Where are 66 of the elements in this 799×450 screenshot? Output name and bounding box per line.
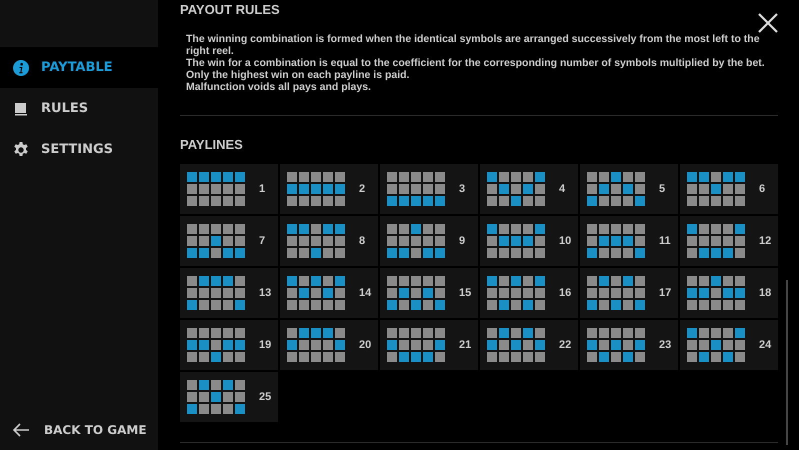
payline-number: 4 [559, 183, 566, 195]
payline-pattern-icon [487, 328, 545, 362]
payline-number: 2 [359, 183, 366, 195]
payline-number: 8 [359, 235, 366, 247]
payline-pattern-icon [287, 328, 345, 362]
payline-pattern-icon [487, 276, 545, 310]
rule-text: The winning combination is formed when the identical symbols are arranged successively from the most left to the right reel. [186, 33, 761, 57]
payline-number: 25 [259, 391, 272, 403]
back-arrow-icon [12, 423, 30, 437]
payline-pattern-icon [387, 328, 445, 362]
scrollbar[interactable] [786, 280, 788, 445]
payline-pattern-icon [587, 276, 645, 310]
payline-pattern-icon [287, 172, 345, 206]
payline-pattern-icon [387, 172, 445, 206]
payline-pattern-icon [487, 172, 545, 206]
menu-item[interactable]: PAYTABLE [0, 47, 158, 88]
payline-number: 19 [259, 339, 272, 351]
rule-text: Malfunction voids all pays and plays. [186, 81, 372, 93]
section-title: PAYOUT RULES [180, 2, 281, 17]
close-icon[interactable] [758, 13, 778, 33]
menu-item[interactable]: SETTINGS [0, 129, 158, 170]
menu-item[interactable]: RULES [0, 88, 158, 129]
payline-pattern-icon [187, 276, 245, 310]
back-to-game-button[interactable]: BACK TO GAME [0, 412, 158, 448]
payline-number: 20 [359, 339, 372, 351]
payline-number: 9 [459, 235, 466, 247]
payline-number: 15 [459, 287, 472, 299]
payline-pattern-icon [687, 224, 745, 258]
payline-number: 23 [659, 339, 672, 351]
payline-number: 7 [259, 235, 266, 247]
book-icon [13, 100, 29, 116]
payline-number: 14 [359, 287, 372, 299]
payline-number: 11 [659, 235, 671, 247]
payline-pattern-icon [587, 224, 645, 258]
payline-number: 12 [759, 235, 772, 247]
payline-pattern-icon [287, 224, 345, 258]
payline-number: 1 [259, 183, 266, 195]
payline-pattern-icon [287, 276, 345, 310]
info-icon [13, 60, 29, 76]
payline-number: 5 [659, 183, 666, 195]
payline-pattern-icon [187, 172, 245, 206]
payline-number: 18 [759, 287, 772, 299]
payline-pattern-icon [387, 224, 445, 258]
payline-pattern-icon [387, 276, 445, 310]
section-title: PAYLINES [180, 137, 244, 152]
payline-number: 16 [559, 287, 572, 299]
payline-pattern-icon [187, 224, 245, 258]
payline-number: 21 [459, 339, 472, 351]
rule-text: The win for a combination is equal to the coefficient for the corresponding number of symbols multiplied by the bet. [186, 57, 766, 69]
payline-pattern-icon [687, 276, 745, 310]
payline-pattern-icon [687, 328, 745, 362]
payline-number: 3 [459, 183, 466, 195]
payline-number: 22 [559, 339, 572, 351]
payline-pattern-icon [687, 172, 745, 206]
payline-pattern-icon [587, 172, 645, 206]
payline-number: 10 [559, 235, 572, 247]
payline-pattern-icon [187, 328, 245, 362]
payline-pattern-icon [587, 328, 645, 362]
payline-pattern-icon [187, 380, 245, 414]
payline-number: 17 [659, 287, 672, 299]
gear-icon [13, 142, 29, 158]
payline-number: 13 [259, 287, 272, 299]
rule-text: Only the highest win on each payline is paid. [186, 69, 410, 81]
payline-number: 6 [759, 183, 766, 195]
payline-number: 24 [759, 339, 772, 351]
payline-pattern-icon [487, 224, 545, 258]
